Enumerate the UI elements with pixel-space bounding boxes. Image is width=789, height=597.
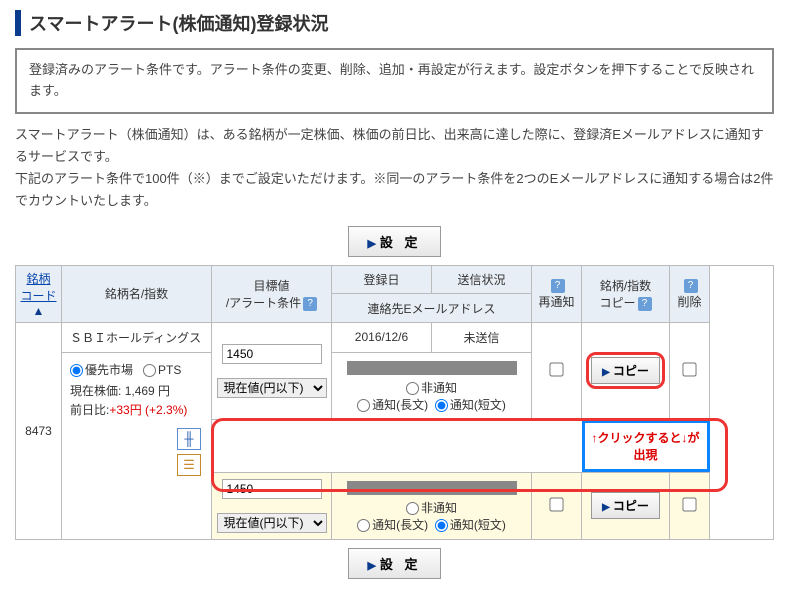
- help-icon[interactable]: ?: [303, 297, 317, 311]
- cell-copy-2: ▶コピー: [582, 472, 670, 539]
- cell-delete-2: [670, 472, 710, 539]
- arrow-icon: ▶: [367, 560, 375, 572]
- arrow-icon: ▶: [602, 367, 610, 378]
- info-box: 登録済みのアラート条件です。アラート条件の変更、削除、追加・再設定が行えます。設…: [15, 48, 774, 114]
- cell-renotify-2: [532, 472, 582, 539]
- email-masked: [347, 361, 517, 375]
- cell-delete-1: [670, 322, 710, 419]
- alert-table: 銘柄 コード▲ 銘柄名/指数 目標値 /アラート条件? 登録日 送信状況 ?再通…: [15, 265, 774, 540]
- cell-copy-1: ▶コピー: [582, 322, 670, 419]
- delete-checkbox-2[interactable]: [682, 497, 696, 511]
- market-opt-priority[interactable]: 優先市場: [70, 363, 133, 377]
- cell-regdate: 2016/12/6: [332, 322, 432, 352]
- cell-code: 8473: [16, 322, 62, 539]
- callout-annotation: ↑クリックすると↓が出現: [582, 420, 710, 472]
- th-delete: ?削除: [670, 265, 710, 322]
- renotify-checkbox-2[interactable]: [549, 497, 563, 511]
- market-opt-pts[interactable]: PTS: [143, 363, 181, 377]
- th-regdate: 登録日: [332, 265, 432, 294]
- copy-button-1[interactable]: ▶コピー: [591, 357, 660, 384]
- notify-long-2[interactable]: 通知(長文): [357, 518, 428, 532]
- cell-renotify-1: [532, 322, 582, 419]
- th-email: 連絡先Eメールアドレス: [332, 294, 532, 323]
- cell-email-2: 非通知 通知(長文) 通知(短文): [332, 472, 532, 539]
- th-renotify: ?再通知: [532, 265, 582, 322]
- notify-short-1[interactable]: 通知(短文): [435, 398, 506, 412]
- th-code[interactable]: 銘柄 コード▲: [16, 265, 62, 322]
- email-masked: [347, 481, 517, 495]
- cell-target-1: 現在値(円以下): [212, 322, 332, 419]
- cell-email-1: 非通知 通知(長文) 通知(短文): [332, 352, 532, 419]
- settei-button-top[interactable]: ▶設 定: [348, 226, 440, 257]
- th-copy: 銘柄/指数 コピー?: [582, 265, 670, 322]
- renotify-checkbox-1[interactable]: [549, 362, 563, 376]
- delete-checkbox-1[interactable]: [682, 362, 696, 376]
- th-name: 銘柄名/指数: [62, 265, 212, 322]
- condition-select-1[interactable]: 現在値(円以下): [217, 378, 327, 398]
- notify-none-1[interactable]: 非通知: [406, 381, 457, 395]
- sort-arrow-icon: ▲: [33, 304, 45, 318]
- cell-status: 未送信: [432, 322, 532, 352]
- help-icon[interactable]: ?: [638, 297, 652, 311]
- th-status: 送信状況: [432, 265, 532, 294]
- description-text: スマートアラート（株価通知）は、ある銘柄が一定株価、株価の前日比、出来高に達した…: [15, 124, 774, 212]
- notify-long-1[interactable]: 通知(長文): [357, 398, 428, 412]
- document-icon[interactable]: ☰: [177, 454, 201, 476]
- notify-short-2[interactable]: 通知(短文): [435, 518, 506, 532]
- help-icon[interactable]: ?: [551, 279, 565, 293]
- chart-icon[interactable]: ╫: [177, 428, 201, 450]
- settei-button-bottom[interactable]: ▶設 定: [348, 548, 440, 579]
- cell-stock-name: ＳＢＩホールディングス: [62, 322, 212, 352]
- cell-target-2: 現在値(円以下): [212, 472, 332, 539]
- th-target: 目標値 /アラート条件?: [212, 265, 332, 322]
- help-icon[interactable]: ?: [684, 279, 698, 293]
- condition-select-2[interactable]: 現在値(円以下): [217, 513, 327, 533]
- cell-stock-detail: 優先市場 PTS 現在株価: 1,469 円 前日比:+33円 (+2.3%) …: [62, 352, 212, 539]
- notify-none-2[interactable]: 非通知: [406, 501, 457, 515]
- target-input-2[interactable]: [222, 479, 322, 499]
- target-input-1[interactable]: [222, 344, 322, 364]
- arrow-icon: ▶: [602, 502, 610, 513]
- arrow-icon: ▶: [367, 238, 375, 250]
- copy-button-2[interactable]: ▶コピー: [591, 492, 660, 519]
- page-title: スマートアラート(株価通知)登録状況: [15, 10, 774, 36]
